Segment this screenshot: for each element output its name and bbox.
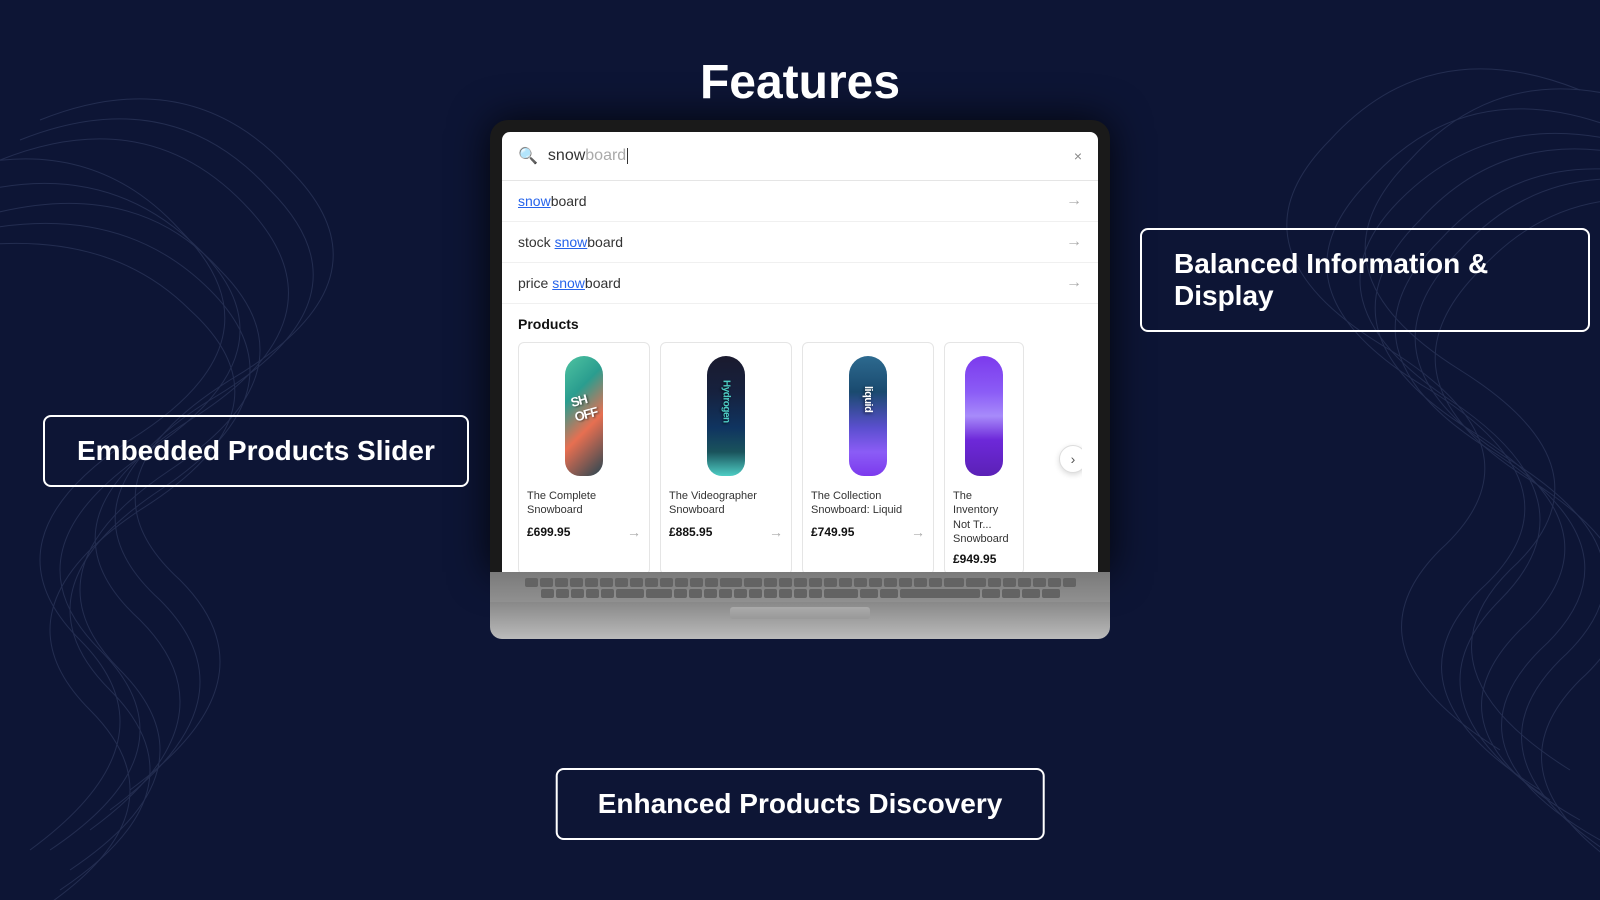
- balanced-information-label: Balanced Information & Display: [1140, 228, 1590, 332]
- product-name-3: The Collection Snowboard: Liquid: [811, 489, 925, 518]
- suggestion-snowboard[interactable]: snowboard →: [502, 181, 1098, 222]
- products-label: Products: [518, 316, 1082, 332]
- close-icon[interactable]: ×: [1074, 148, 1082, 164]
- product-image-1: SHOFF: [527, 351, 641, 481]
- snowboard-image-inventory: [965, 356, 1003, 476]
- search-ui: 🔍 snowboard × snowboard → stock snowboar…: [502, 132, 1098, 572]
- product-card-1[interactable]: SHOFF The Complete Snowboard £699.95 →: [518, 342, 650, 572]
- keyboard-keys: [520, 578, 1080, 598]
- product-name-2: The Videographer Snowboard: [669, 489, 783, 518]
- arrow-icon: →: [1066, 192, 1082, 210]
- price-arrow-icon: →: [627, 524, 641, 540]
- snowboard-image-collection: liquid: [849, 356, 887, 476]
- product-image-4: [953, 351, 1015, 481]
- snowboard-image-complete: SHOFF: [565, 356, 603, 476]
- page-title: Features: [0, 55, 1600, 110]
- products-slider: SHOFF The Complete Snowboard £699.95 →: [518, 342, 1082, 572]
- slider-next-button[interactable]: ›: [1059, 445, 1082, 473]
- keyboard-area: [490, 572, 1110, 602]
- product-image-3: liquid: [811, 351, 925, 481]
- product-price-1: £699.95 →: [527, 524, 641, 540]
- search-input[interactable]: snowboard: [548, 147, 1064, 165]
- product-price-4: £949.95: [953, 552, 1015, 566]
- suggestion-text: snowboard: [518, 193, 587, 209]
- laptop-foot: [490, 627, 1110, 639]
- suggestion-highlight: snow: [518, 193, 551, 209]
- product-card-3[interactable]: liquid The Collection Snowboard: Liquid …: [802, 342, 934, 572]
- suggestion-highlight: snow: [552, 275, 585, 291]
- laptop-mockup: 🔍 snowboard × snowboard → stock snowboar…: [490, 120, 1110, 639]
- embedded-products-slider-label: Embedded Products Slider: [43, 415, 469, 487]
- price-arrow-icon: →: [769, 524, 783, 540]
- suggestion-highlight: snow: [555, 234, 588, 250]
- product-price-2: £885.95 →: [669, 524, 783, 540]
- products-section: Products SHOFF The Complete Snowboard: [502, 304, 1098, 572]
- suggestion-text: price snowboard: [518, 275, 621, 291]
- product-image-2: Hydrogen: [669, 351, 783, 481]
- enhanced-products-discovery-label: Enhanced Products Discovery: [556, 768, 1045, 840]
- snowboard-image-videographer: Hydrogen: [707, 356, 745, 476]
- suggestion-price-snowboard[interactable]: price snowboard →: [502, 263, 1098, 304]
- search-bar[interactable]: 🔍 snowboard ×: [502, 132, 1098, 181]
- search-text-snow: snow: [548, 147, 585, 164]
- product-name-1: The Complete Snowboard: [527, 489, 641, 518]
- cursor: [627, 148, 628, 164]
- trackpad[interactable]: [730, 607, 870, 619]
- search-icon: 🔍: [518, 146, 538, 166]
- search-text-board: board: [585, 147, 626, 164]
- product-name-4: The Inventory Not Tr... Snowboard: [953, 489, 1015, 546]
- suggestion-text: stock snowboard: [518, 234, 623, 250]
- arrow-icon: →: [1066, 274, 1082, 292]
- product-price-3: £749.95 →: [811, 524, 925, 540]
- trackpad-area: [490, 602, 1110, 627]
- product-card-2[interactable]: Hydrogen The Videographer Snowboard £885…: [660, 342, 792, 572]
- suggestion-stock-snowboard[interactable]: stock snowboard →: [502, 222, 1098, 263]
- screen-bezel: 🔍 snowboard × snowboard → stock snowboar…: [490, 120, 1110, 572]
- product-card-4[interactable]: The Inventory Not Tr... Snowboard £949.9…: [944, 342, 1024, 572]
- price-arrow-icon: →: [911, 524, 925, 540]
- laptop-screen: 🔍 snowboard × snowboard → stock snowboar…: [502, 132, 1098, 572]
- arrow-icon: →: [1066, 233, 1082, 251]
